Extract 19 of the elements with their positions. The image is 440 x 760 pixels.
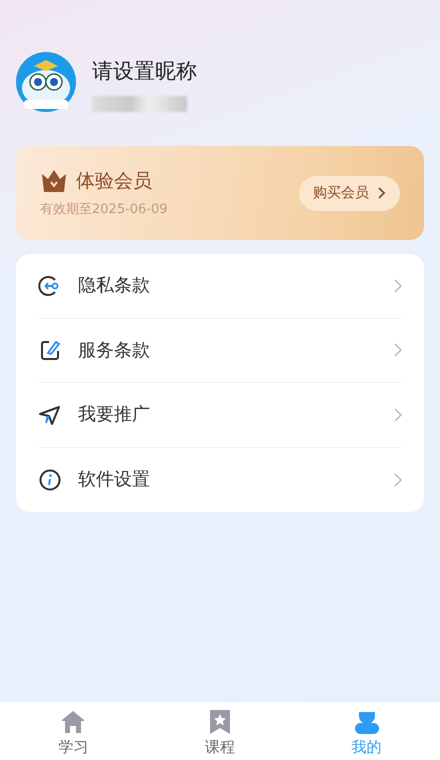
crown-icon xyxy=(40,168,68,194)
chevron-right-icon xyxy=(394,343,402,358)
nickname[interactable]: 请设置昵称 xyxy=(92,56,197,88)
menu-item[interactable]: 服务条款 xyxy=(38,318,402,383)
chevron-right-icon xyxy=(377,186,386,200)
chevron-right-icon xyxy=(394,408,402,422)
chevron-right-icon xyxy=(394,278,402,293)
tab[interactable]: 课程 xyxy=(204,702,235,760)
expiry-date: 有效期至2025-06-09 xyxy=(40,200,168,218)
membership-title: 体验会员 xyxy=(76,169,152,194)
menu-item[interactable]: 我要推广 xyxy=(38,383,402,448)
menu-item[interactable]: 软件设置 xyxy=(38,448,402,512)
info-icon xyxy=(38,468,62,492)
avatar xyxy=(16,52,76,112)
menu-item[interactable]: 隐私条款 xyxy=(38,254,402,318)
tab[interactable]: 学习 xyxy=(58,702,88,760)
buy-membership-button[interactable]: 购买会员 xyxy=(299,176,400,210)
chevron-right-icon xyxy=(394,472,402,487)
edit-icon xyxy=(38,338,62,362)
